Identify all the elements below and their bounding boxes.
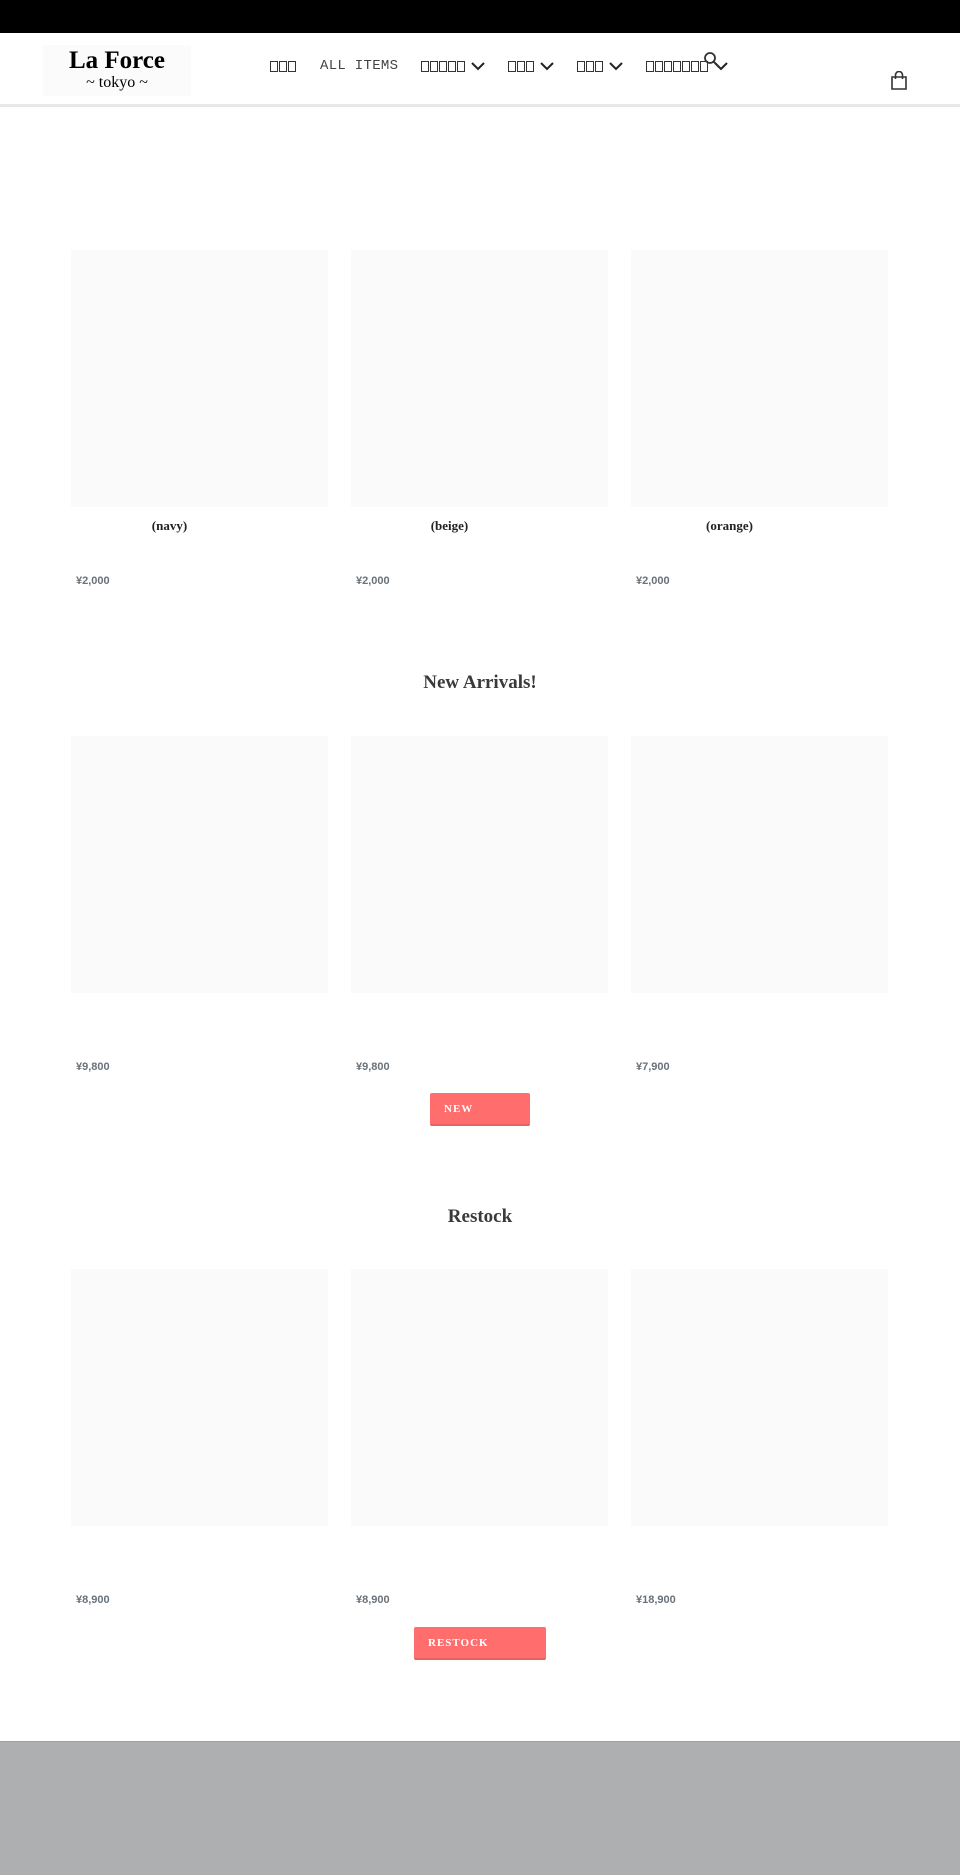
chevron-down-icon bbox=[540, 61, 555, 70]
product-title[interactable]: (navy) bbox=[71, 518, 328, 534]
nav-item-label bbox=[508, 58, 535, 74]
nav-item-0[interactable] bbox=[270, 58, 297, 74]
product-price: ¥18,900 bbox=[636, 1594, 676, 1606]
featured-product-grid: (navy) ¥2,000 (beige) ¥2,000 (orange) ¥2,000 bbox=[71, 250, 889, 590]
restock-heading: Restock bbox=[447, 1206, 513, 1227]
product-card[interactable]: ¥8,900 bbox=[71, 1269, 328, 1609]
nav-item-2[interactable] bbox=[421, 58, 486, 74]
product-card[interactable]: ¥7,900 bbox=[631, 736, 888, 1076]
product-card[interactable]: (beige) ¥2,000 bbox=[351, 250, 608, 590]
product-price: ¥9,800 bbox=[76, 1061, 110, 1073]
product-image[interactable] bbox=[631, 250, 888, 507]
new-button[interactable]: NEW bbox=[430, 1093, 530, 1126]
nav-item-1[interactable]: ALL ITEMS bbox=[320, 58, 398, 74]
restock-grid: ¥8,900 ¥8,900 ¥18,900 bbox=[71, 1269, 889, 1609]
product-image[interactable] bbox=[71, 1269, 328, 1526]
product-price: ¥8,900 bbox=[356, 1594, 390, 1606]
logo-subtitle: ~ tokyo ~ bbox=[86, 74, 148, 91]
product-card[interactable]: ¥9,800 bbox=[351, 736, 608, 1076]
nav-item-label bbox=[646, 58, 709, 74]
product-card[interactable]: (orange) ¥2,000 bbox=[631, 250, 888, 590]
main-nav: ALL ITEMS bbox=[270, 58, 751, 74]
product-image[interactable] bbox=[71, 250, 328, 507]
product-title[interactable]: (orange) bbox=[631, 518, 888, 534]
nav-item-label bbox=[577, 58, 604, 74]
product-image[interactable] bbox=[71, 736, 328, 993]
chevron-down-icon bbox=[609, 61, 624, 70]
product-card[interactable]: ¥18,900 bbox=[631, 1269, 888, 1609]
new-arrivals-grid: ¥9,800 ¥9,800 ¥7,900 bbox=[71, 736, 889, 1076]
product-price: ¥2,000 bbox=[636, 575, 670, 587]
product-image[interactable] bbox=[351, 1269, 608, 1526]
product-card[interactable]: ¥8,900 bbox=[351, 1269, 608, 1609]
nav-item-label bbox=[270, 58, 297, 74]
product-price: ¥8,900 bbox=[76, 1594, 110, 1606]
product-image[interactable] bbox=[351, 736, 608, 993]
logo[interactable]: La Force ~ tokyo ~ bbox=[43, 45, 191, 96]
nav-item-3[interactable] bbox=[508, 58, 555, 74]
new-arrivals-heading: New Arrivals! bbox=[423, 672, 537, 693]
chevron-down-icon bbox=[471, 61, 486, 70]
product-title[interactable]: (beige) bbox=[351, 518, 608, 534]
nav-item-label bbox=[421, 58, 466, 74]
product-image[interactable] bbox=[631, 1269, 888, 1526]
logo-title: La Force bbox=[68, 47, 166, 74]
site-footer bbox=[0, 1741, 960, 1875]
search-icon[interactable] bbox=[703, 51, 721, 69]
announcement-bar bbox=[0, 0, 960, 33]
product-price: ¥9,800 bbox=[356, 1061, 390, 1073]
nav-item-4[interactable] bbox=[577, 58, 624, 74]
product-price: ¥7,900 bbox=[636, 1061, 670, 1073]
nav-item-label: ALL ITEMS bbox=[320, 58, 399, 74]
product-price: ¥2,000 bbox=[356, 575, 390, 587]
restock-button[interactable]: RESTOCK bbox=[414, 1627, 546, 1660]
product-price: ¥2,000 bbox=[76, 575, 110, 587]
product-image[interactable] bbox=[631, 736, 888, 993]
product-card[interactable]: ¥9,800 bbox=[71, 736, 328, 1076]
product-card[interactable]: (navy) ¥2,000 bbox=[71, 250, 328, 590]
product-image[interactable] bbox=[351, 250, 608, 507]
cart-icon[interactable] bbox=[890, 71, 908, 90]
